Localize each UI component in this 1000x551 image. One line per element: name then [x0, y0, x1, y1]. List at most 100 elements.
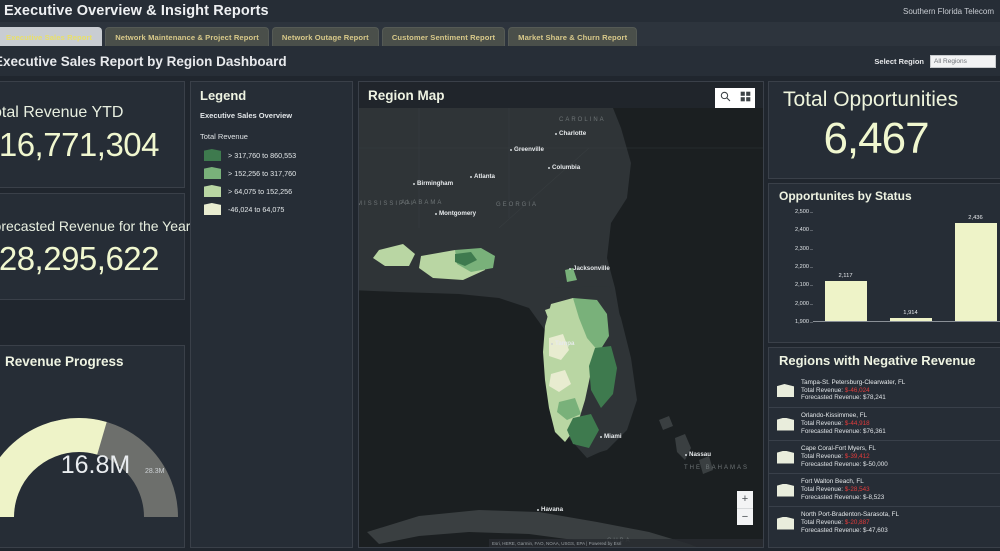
negative-revenue-row[interactable]: Cape Coral-Fort Myers, FLTotal Revenue: …	[769, 440, 1000, 473]
search-icon[interactable]	[720, 89, 731, 107]
region-map-canvas[interactable]: CharlotteGreenvilleColumbiaAtlantaBirmin…	[359, 108, 763, 547]
map-city-dot	[548, 167, 550, 169]
chart-bar[interactable]	[825, 281, 867, 321]
region-name: Orlando-Kissimmee, FL	[801, 412, 886, 420]
region-total-revenue-value: $-46,024	[845, 387, 870, 394]
tab-0[interactable]: Executive Sales Report	[0, 27, 102, 46]
region-forecast-revenue: Forecasted Revenue: $-8,523	[801, 494, 884, 502]
region-total-revenue: Total Revenue: $-28,543	[801, 486, 884, 494]
opportunities-bar-chart: 1,9002,0002,1002,2002,3002,4002,5002,117…	[813, 212, 1000, 322]
chart-y-tick	[810, 249, 813, 250]
map-tools[interactable]	[715, 88, 755, 108]
tab-2[interactable]: Network Outage Report	[272, 27, 379, 46]
legend-range-label: > 317,760 to 860,553	[228, 151, 296, 160]
legend-range-label: > 152,256 to 317,760	[228, 169, 296, 178]
map-city-dot	[569, 268, 571, 270]
chart-y-tick-label: 2,000	[795, 301, 809, 307]
chart-y-tick	[810, 212, 813, 213]
basemap-grid-icon[interactable]	[740, 89, 751, 107]
region-shape-icon	[777, 418, 794, 431]
total-opportunities-card: Total Opportunities 6,467	[768, 81, 1000, 179]
chart-bar-value-label: 1,914	[903, 310, 918, 316]
region-filter-label: Select Region	[874, 57, 924, 66]
opportunities-by-status-card: Opportunites by Status 1,9002,0002,1002,…	[768, 183, 1000, 343]
dashboard-title: Executive Sales Report by Region Dashboa…	[0, 54, 287, 69]
chart-y-tick-label: 2,100	[795, 282, 809, 288]
legend-swatch-icon	[204, 203, 221, 215]
negative-revenue-row[interactable]: Orlando-Kissimmee, FLTotal Revenue: $-44…	[769, 407, 1000, 440]
legend-items: > 317,760 to 860,553 > 152,256 to 317,760…	[204, 146, 296, 218]
dashboard-body: Total Revenue YTD $16,771,304 Forecasted…	[0, 78, 1000, 551]
legend-item: > 317,760 to 860,553	[204, 146, 296, 164]
chart-y-tick-label: 2,300	[795, 246, 809, 252]
map-city-label: Columbia	[552, 164, 580, 171]
negative-revenue-info: North Port-Bradenton-Sarasota, FLTotal R…	[801, 511, 899, 535]
chart-y-tick	[810, 285, 813, 286]
chart-y-tick-label: 2,200	[795, 264, 809, 270]
map-zoom-controls[interactable]: + −	[737, 491, 753, 525]
map-city-label: Tampa	[555, 340, 574, 347]
chart-y-tick-label: 2,400	[795, 227, 809, 233]
report-tabbar: Executive Sales ReportNetwork Maintenanc…	[0, 22, 1000, 46]
legend-item: -46,024 to 64,075	[204, 200, 296, 218]
kpi-total-revenue-card: Total Revenue YTD $16,771,304	[0, 81, 185, 188]
map-city-dot	[555, 133, 557, 135]
chart-y-tick	[810, 322, 813, 323]
revenue-progress-title: Revenue Progress	[5, 354, 124, 369]
map-city-label: Miami	[604, 433, 622, 440]
map-zoom-in-button[interactable]: +	[737, 491, 753, 509]
opportunities-chart-title: Opportunites by Status	[779, 189, 912, 203]
map-city-label: Charlotte	[559, 130, 586, 137]
legend-card: Legend Executive Sales Overview Total Re…	[190, 81, 353, 548]
region-shape-icon	[777, 384, 794, 397]
total-opportunities-value: 6,467	[769, 114, 983, 164]
page-title: Executive Overview & Insight Reports	[4, 3, 269, 19]
region-name: Fort Walton Beach, FL	[801, 478, 884, 486]
region-total-revenue-value: $-44,918	[845, 420, 870, 427]
negative-revenue-list: Tampa-St. Petersburg-Clearwater, FL Total…	[769, 374, 1000, 539]
negative-revenue-row[interactable]: Fort Walton Beach, FLTotal Revenue: $-28…	[769, 473, 1000, 506]
dashboard-app: Executive Overview & Insight Reports Sou…	[0, 0, 1000, 551]
chart-y-tick-label: 1,900	[795, 319, 809, 325]
chart-bar[interactable]	[955, 223, 997, 321]
region-select-input[interactable]: All Regions	[930, 55, 996, 68]
region-total-revenue-value: $-28,543	[845, 486, 870, 493]
map-city-dot	[413, 183, 415, 185]
region-map-title: Region Map	[368, 88, 445, 103]
negative-revenue-row[interactable]: North Port-Bradenton-Sarasota, FLTotal R…	[769, 506, 1000, 539]
tab-4[interactable]: Market Share & Churn Report	[508, 27, 637, 46]
region-forecast-revenue: Forecasted Revenue: $76,361	[801, 428, 886, 436]
kpi-forecast-revenue-card: Forecasted Revenue for the Year $28,295,…	[0, 193, 185, 300]
chart-y-tick-label: 2,500	[795, 209, 809, 215]
negative-revenue-row[interactable]: Tampa-St. Petersburg-Clearwater, FLTotal…	[769, 374, 1000, 407]
kpi-forecast-revenue-label: Forecasted Revenue for the Year	[0, 218, 190, 234]
app-header: Executive Overview & Insight Reports Sou…	[0, 0, 1000, 22]
tab-3[interactable]: Customer Sentiment Report	[382, 27, 505, 46]
chart-x-axis	[813, 321, 1000, 322]
region-shape-icon	[777, 484, 794, 497]
negative-revenue-info: Tampa-St. Petersburg-Clearwater, FLTotal…	[801, 379, 905, 403]
map-city-dot	[600, 436, 602, 438]
map-city-dot	[470, 176, 472, 178]
map-attribution: Esri, HERE, Garmin, FAO, NOAA, USGS, EPA…	[489, 539, 763, 547]
region-filter[interactable]: Select Region All Regions	[874, 55, 996, 68]
negative-revenue-info: Cape Coral-Fort Myers, FLTotal Revenue: …	[801, 445, 888, 469]
legend-swatch-icon	[204, 185, 221, 197]
region-name: Tampa-St. Petersburg-Clearwater, FL	[801, 379, 905, 387]
kpi-total-revenue-label: Total Revenue YTD	[0, 104, 123, 122]
negative-revenue-info: Orlando-Kissimmee, FLTotal Revenue: $-44…	[801, 412, 886, 436]
negative-revenue-title: Regions with Negative Revenue	[779, 353, 976, 368]
map-city-label: Jacksonville	[573, 265, 610, 272]
kpi-total-revenue-value: $16,771,304	[0, 126, 159, 164]
region-shape-icon	[777, 451, 794, 464]
map-city-dot	[537, 509, 539, 511]
map-region-label: MISSISSIPPI	[359, 201, 415, 207]
chart-bar[interactable]	[890, 318, 932, 321]
region-forecast-revenue: Forecasted Revenue: $78,241	[801, 394, 905, 402]
chart-y-tick	[810, 267, 813, 268]
map-zoom-out-button[interactable]: −	[737, 509, 753, 526]
total-opportunities-label: Total Opportunities	[783, 88, 958, 112]
map-geometry	[359, 108, 763, 547]
tab-1[interactable]: Network Maintenance & Project Report	[105, 27, 269, 46]
revenue-progress-card: Revenue Progress 16.8M 28.3M	[0, 345, 185, 548]
